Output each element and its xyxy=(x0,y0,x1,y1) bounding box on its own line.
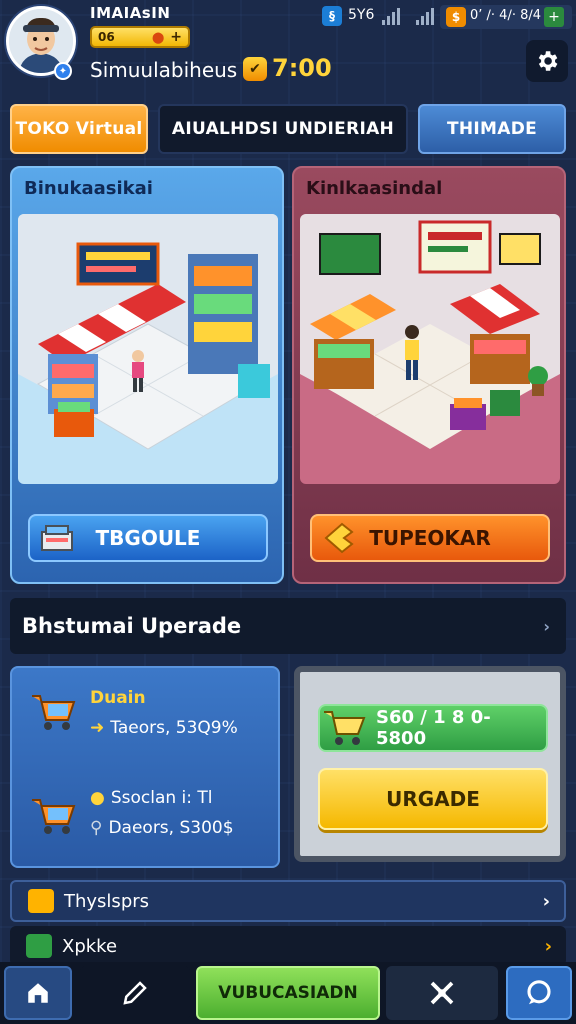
shop-card-right[interactable]: Kinlkaasindal TUPEOKAR xyxy=(292,166,566,584)
time-value: 7:00 xyxy=(272,54,332,82)
level-bar[interactable]: 06 ⬤ + xyxy=(90,26,190,48)
upgrade-item1-line: ➜ Taeors, 53Q9% xyxy=(90,718,238,738)
stat1-value: 5Y6 xyxy=(348,7,375,23)
upgrade-action-panel: S60 / 1 8 0- 5800 URGADE xyxy=(294,666,566,862)
leaf-icon xyxy=(26,934,52,958)
plus-icon[interactable]: + xyxy=(170,29,182,45)
arrow-badge-icon xyxy=(324,522,354,554)
currency-value: 0’ ∕· 4∕· 8∕4 xyxy=(470,8,542,23)
stat-shield-icon: § xyxy=(322,6,342,26)
signal-icon xyxy=(416,8,434,25)
card-left-button-label: TBGOULE xyxy=(95,526,201,550)
section-header[interactable]: Bhstumai Uperade › xyxy=(10,598,566,654)
coin-icon: ● xyxy=(90,788,105,808)
cart-icon xyxy=(324,711,366,745)
cash-register-icon xyxy=(41,525,73,551)
list-item-1-label: Thyslsprs xyxy=(64,890,150,912)
verified-badge-icon: ✦ xyxy=(54,62,72,80)
list-item-2[interactable]: Xpkke › xyxy=(10,926,566,966)
card-left-button[interactable]: TBGOULE xyxy=(28,514,268,562)
card-left-title: Binukaasikai xyxy=(24,178,153,199)
tab-toko-virtual[interactable]: TOKO Virtual xyxy=(10,104,148,154)
card-right-title: Kinlkaasindal xyxy=(306,178,443,199)
signal-icon xyxy=(382,8,400,25)
chat-icon xyxy=(527,980,551,1005)
chevron-right-icon: › xyxy=(542,890,550,912)
upgrade-button[interactable]: URGADE xyxy=(318,768,548,830)
upgrade-item2-title-row: ● Ssoclan i: Tl xyxy=(90,788,213,808)
pencil-icon xyxy=(123,981,147,1005)
settings-gear-icon xyxy=(538,51,558,71)
section-title: Bhstumai Uperade xyxy=(22,614,242,638)
home-icon xyxy=(28,983,48,1003)
shop-subtitle: Simuulabiheus xyxy=(90,58,238,82)
add-currency-button[interactable]: + xyxy=(544,7,564,27)
tag-icon: ⚲ xyxy=(90,818,103,838)
tab-middle[interactable]: AIUALHDSI UNDIERIAH xyxy=(158,104,408,154)
cart-icon xyxy=(32,799,76,834)
chevron-right-icon: › xyxy=(544,935,552,957)
tab-trade[interactable]: THIMADE xyxy=(418,104,566,154)
clock-icon: ✔ xyxy=(243,57,267,81)
folder-icon xyxy=(28,889,54,913)
chevron-right-icon: › xyxy=(543,616,550,636)
upgrade-item2-line: ⚲ Daeors, S300$ xyxy=(90,818,234,838)
nav-edit-button[interactable] xyxy=(80,966,190,1020)
nav-chat-button[interactable] xyxy=(506,966,572,1020)
price-button[interactable]: S60 / 1 8 0- 5800 xyxy=(318,704,548,752)
cart-icon xyxy=(32,695,76,730)
level-value: 06 xyxy=(98,30,115,44)
coin-icon: $ xyxy=(446,7,466,27)
upgrade-item1-title: Duain xyxy=(90,688,146,708)
store-scene-left-image xyxy=(18,214,278,484)
card-right-button-label: TUPEOKAR xyxy=(369,526,491,550)
card-right-button[interactable]: TUPEOKAR xyxy=(310,514,550,562)
upgrade-info-panel: Duain ➜ Taeors, 53Q9% ● Ssoclan i: Tl ⚲ Dae… xyxy=(10,666,280,868)
nav-tools-button[interactable] xyxy=(386,966,498,1020)
tools-icon xyxy=(430,981,454,1005)
nav-main-button[interactable]: VUBUCASIADN xyxy=(196,966,380,1020)
settings-button[interactable] xyxy=(526,40,568,82)
store-scene-right-image xyxy=(300,214,560,484)
bolt-icon: ➜ xyxy=(90,718,105,738)
level-pin-icon: ⬤ xyxy=(151,30,165,44)
player-name: IMAIAsIN xyxy=(90,4,171,22)
list-item-1[interactable]: Thyslsprs › xyxy=(10,880,566,922)
nav-home-button[interactable] xyxy=(4,966,72,1020)
list-item-2-label: Xpkke xyxy=(62,935,118,957)
price-label: S60 / 1 8 0- 5800 xyxy=(376,707,491,749)
shop-card-left[interactable]: Binukaasikai TBGOULE xyxy=(10,166,284,584)
